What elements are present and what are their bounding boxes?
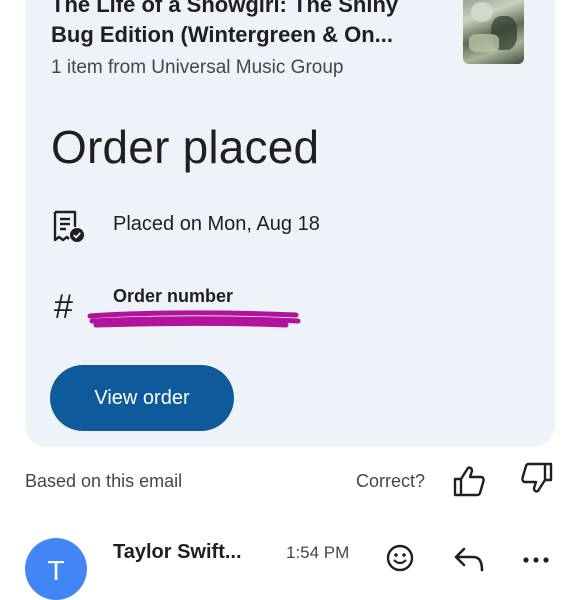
order-number-label: Order number (113, 286, 234, 306)
product-title: The Life of a Showgirl: The Shiny Bug Ed… (51, 0, 399, 47)
sender-avatar[interactable]: T (25, 538, 87, 600)
emoji-icon[interactable] (386, 544, 414, 572)
album-cover-image[interactable] (463, 0, 524, 64)
receipt-check-icon (53, 210, 84, 242)
order-status-heading: Order placed (51, 121, 320, 173)
sender-name[interactable]: Taylor Swift... (113, 541, 242, 564)
reply-icon[interactable] (453, 546, 485, 572)
more-icon[interactable] (522, 556, 550, 564)
order-placed-date: Placed on Mon, Aug 18 (113, 213, 320, 235)
redacted-order-number (87, 310, 301, 328)
based-on-email-text: Based on this email (25, 471, 183, 491)
product-subtitle: 1 item from Universal Music Group (51, 57, 344, 78)
thumbs-down-icon[interactable] (520, 462, 554, 494)
thumbs-up-icon[interactable] (452, 465, 486, 497)
view-order-button[interactable]: View order (50, 365, 234, 431)
correct-prompt: Correct? (356, 471, 426, 491)
message-time: 1:54 PM (286, 543, 350, 562)
hash-icon: # (54, 288, 73, 326)
